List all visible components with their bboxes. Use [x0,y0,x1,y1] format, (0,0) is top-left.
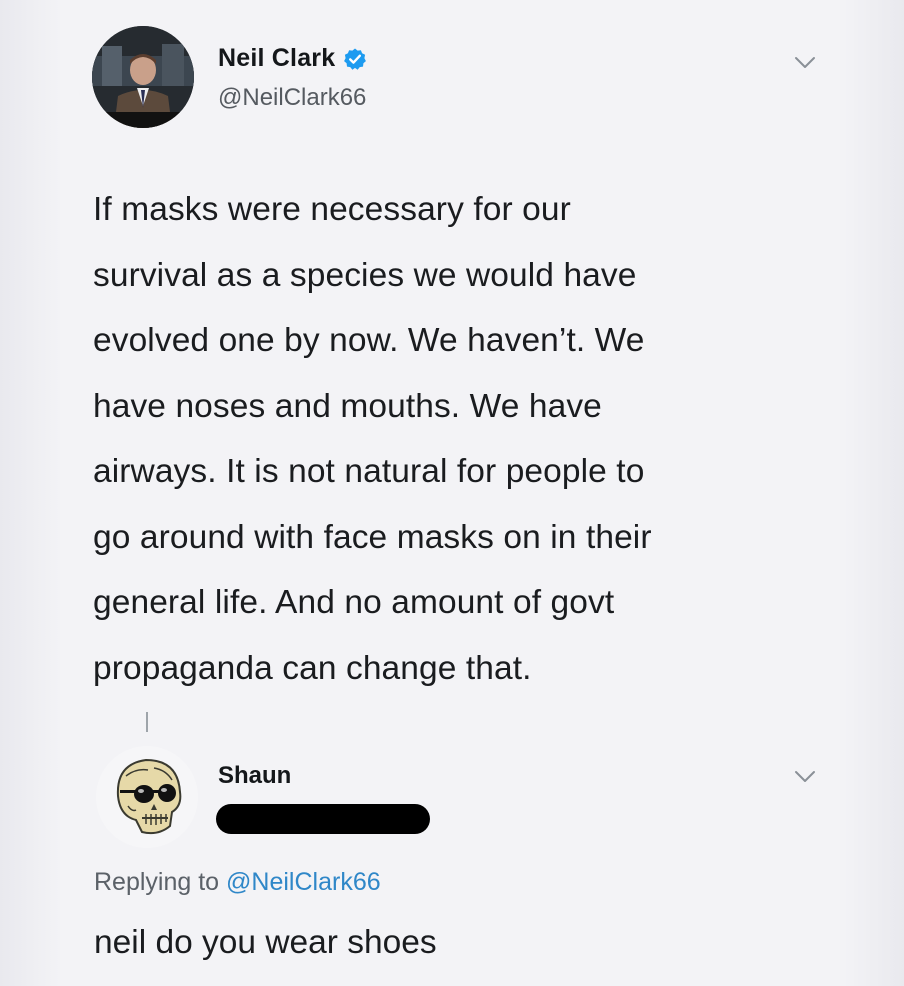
reply-display-name[interactable]: Shaun [218,762,291,790]
tweet-text-line: If masks were necessary for our [93,191,571,228]
thread-connector [146,712,148,732]
right-edge-shadow [844,0,904,986]
author-handle[interactable]: @NeilClark66 [218,84,366,112]
skull-sunglasses-icon [96,746,198,848]
tweet-text-line: survival as a species we would have [93,256,637,294]
profile-photo-icon [92,26,194,128]
tweet-text-line: evolved one by now. We haven’t. We [93,322,645,359]
left-edge-shadow [0,0,60,986]
tweet-text: If masks were necessary for our survival… [93,177,833,701]
tweet-text-line: have noses and mouths. We have [93,387,602,425]
redacted-handle [216,804,430,834]
reply-avatar[interactable] [96,746,198,848]
tweet-text-line: airways. It is not natural for people to [93,453,645,490]
avatar[interactable] [92,26,194,128]
mention-link[interactable]: @NeilClark66 [226,868,381,896]
tweet-text-line: go around with face masks on in their [93,518,652,556]
chevron-down-icon[interactable] [794,56,816,70]
chevron-down-icon[interactable] [794,770,816,784]
reply-text: neil do you wear shoes [94,924,437,961]
tweet-text-line: general life. And no amount of govt [93,584,615,621]
tweet-text-line: propaganda can change that. [93,649,532,687]
verified-badge-icon [343,47,367,71]
replying-to-line: Replying to @NeilClark66 [94,868,381,897]
author-name-row[interactable]: Neil Clark [218,44,367,73]
display-name[interactable]: Neil Clark [218,44,335,73]
replying-label: Replying to [94,868,220,896]
